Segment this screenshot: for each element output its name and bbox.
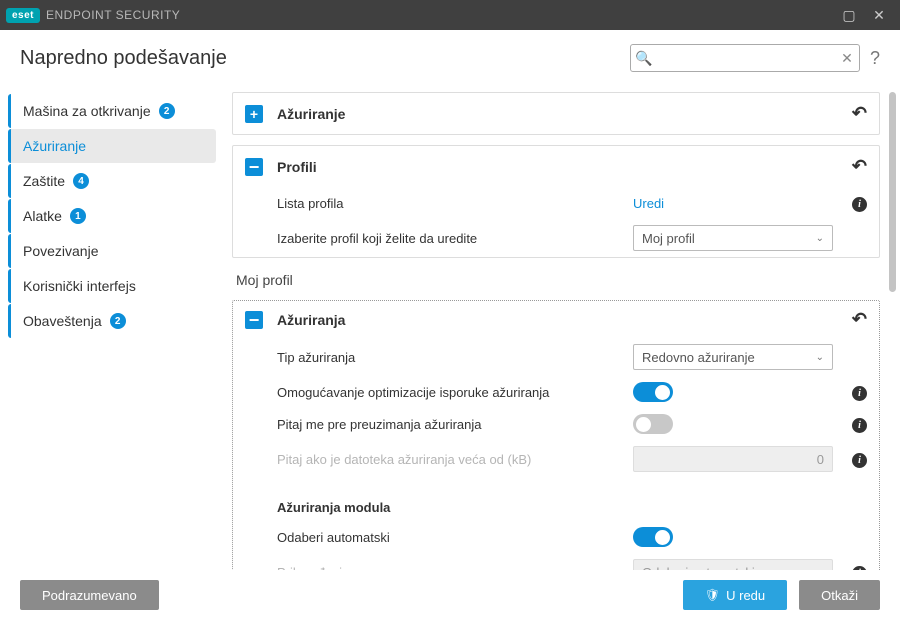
custom-server-field: Odaberi automatski (633, 559, 833, 570)
scrollbar-thumb[interactable] (889, 92, 896, 292)
ask-size-label: Pitaj ako je datoteka ažuriranja veća od… (277, 452, 633, 467)
search-icon: 🔍 (631, 50, 657, 67)
update-type-select[interactable]: Redovno ažuriranje ⌄ (633, 344, 833, 370)
window-close-button[interactable]: ✕ (864, 0, 894, 30)
main-content: + Ažuriranje ↶ − Profili ↶ Lista profila… (216, 86, 900, 570)
expand-icon[interactable]: + (245, 105, 263, 123)
modules-section-title: Ažuriranja modula (233, 478, 879, 521)
header: Napredno podešavanje 🔍 ✕ ? (0, 30, 900, 82)
collapse-icon[interactable]: − (245, 158, 263, 176)
sidebar-item-update[interactable]: Ažuriranje (8, 129, 216, 163)
brand-badge: eset (6, 8, 40, 23)
info-icon[interactable]: i (852, 418, 867, 433)
sidebar-item-label: Obaveštenja (23, 313, 102, 329)
sidebar-item-tools[interactable]: Alatke 1 (8, 199, 216, 233)
brand-text: ENDPOINT SECURITY (46, 8, 180, 22)
panel-updates: − Ažuriranja ↶ Tip ažuriranja Redovno až… (232, 300, 880, 570)
sidebar-item-label: Alatke (23, 208, 62, 224)
sidebar-item-label: Ažuriranje (23, 138, 86, 154)
sidebar: Mašina za otkrivanje 2 Ažuriranje Zaštit… (0, 86, 216, 570)
ask-before-download-label: Pitaj me pre preuzimanja ažuriranja (277, 417, 633, 432)
sidebar-item-notifications[interactable]: Obaveštenja 2 (8, 304, 216, 338)
sidebar-badge: 2 (159, 103, 175, 119)
profile-select[interactable]: Moj profil ⌄ (633, 225, 833, 251)
sidebar-item-detection-engine[interactable]: Mašina za otkrivanje 2 (8, 94, 216, 128)
shield-icon: 🛡 (705, 588, 720, 602)
panel-title: Profili (277, 159, 317, 175)
ask-before-download-toggle[interactable] (633, 414, 673, 434)
sidebar-item-connectivity[interactable]: Povezivanje (8, 234, 216, 268)
choose-profile-label: Izaberite profil koji želite da uredite (277, 231, 633, 246)
sidebar-item-label: Zaštite (23, 173, 65, 189)
delivery-opt-label: Omogućavanje optimizacije isporuke ažuri… (277, 385, 633, 400)
ask-size-field: 0 (633, 446, 833, 472)
footer: Podrazumevano 🛡 U redu Otkaži (0, 570, 900, 620)
revert-icon[interactable]: ↶ (852, 309, 867, 330)
search-box[interactable]: 🔍 ✕ (630, 44, 860, 72)
panel-update: + Ažuriranje ↶ (232, 92, 880, 135)
default-button[interactable]: Podrazumevano (20, 580, 159, 610)
sidebar-badge: 4 (73, 173, 89, 189)
clear-search-icon[interactable]: ✕ (835, 50, 859, 67)
page-title: Napredno podešavanje (20, 47, 227, 70)
sidebar-item-label: Povezivanje (23, 243, 99, 259)
auto-select-toggle[interactable] (633, 527, 673, 547)
panel-profiles: − Profili ↶ Lista profila Uredi i Izaber… (232, 145, 880, 258)
titlebar: eset ENDPOINT SECURITY ▢ ✕ (0, 0, 900, 30)
collapse-icon[interactable]: − (245, 311, 263, 329)
info-icon[interactable]: i (852, 197, 867, 212)
sidebar-badge: 2 (110, 313, 126, 329)
chevron-down-icon: ⌄ (816, 352, 824, 363)
panel-title: Ažuriranja (277, 312, 345, 328)
window-maximize-button[interactable]: ▢ (834, 0, 864, 30)
sidebar-item-label: Korisnički interfejs (23, 278, 136, 294)
panel-title: Ažuriranje (277, 106, 345, 122)
info-icon[interactable]: i (852, 386, 867, 401)
revert-icon[interactable]: ↶ (852, 103, 867, 124)
scrollbar[interactable] (889, 92, 896, 564)
profile-list-label: Lista profila (277, 196, 633, 211)
profile-heading: Moj profil (232, 268, 880, 296)
auto-select-label: Odaberi automatski (277, 530, 633, 545)
sidebar-item-label: Mašina za otkrivanje (23, 103, 151, 119)
revert-icon[interactable]: ↶ (852, 156, 867, 177)
delivery-opt-toggle[interactable] (633, 382, 673, 402)
sidebar-badge: 1 (70, 208, 86, 224)
chevron-down-icon: ⌄ (816, 233, 824, 244)
edit-profiles-link[interactable]: Uredi (633, 196, 664, 211)
sidebar-item-ui[interactable]: Korisnički interfejs (8, 269, 216, 303)
search-input[interactable] (657, 51, 835, 66)
ok-button[interactable]: 🛡 U redu (683, 580, 787, 610)
update-type-label: Tip ažuriranja (277, 350, 633, 365)
help-button[interactable]: ? (870, 48, 880, 69)
info-icon[interactable]: i (852, 453, 867, 468)
sidebar-item-protections[interactable]: Zaštite 4 (8, 164, 216, 198)
cancel-button[interactable]: Otkaži (799, 580, 880, 610)
